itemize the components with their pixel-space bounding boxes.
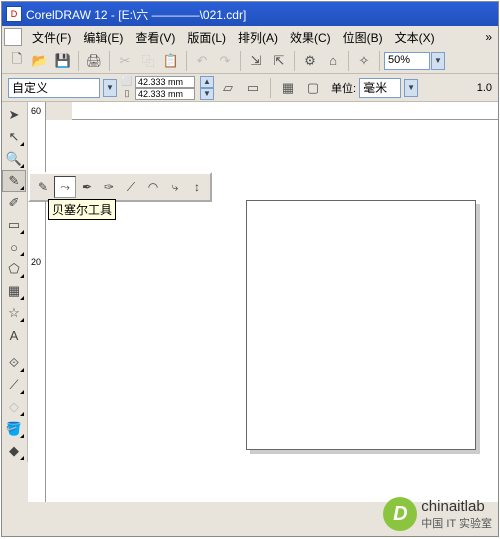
units-field[interactable]: 毫米 xyxy=(359,78,401,98)
height-field[interactable]: 42.333 mm xyxy=(135,88,195,100)
fill-tool[interactable]: 🪣 xyxy=(2,418,26,440)
app-icon: D xyxy=(6,6,22,22)
undo-button[interactable]: ↶ xyxy=(191,50,213,72)
watermark: D chinaitlab 中国 IT 实验室 xyxy=(383,497,492,531)
paper-preset[interactable]: 自定义 xyxy=(8,78,100,98)
units-label: 单位: xyxy=(331,80,356,96)
ruler-horizontal xyxy=(72,102,498,120)
polygon-tool[interactable]: ⬠ xyxy=(2,258,26,280)
save-button[interactable]: 💾 xyxy=(52,50,74,72)
export-button[interactable]: ⇱ xyxy=(268,50,290,72)
property-bar: 自定义 ▼ ⬜42.333 mm ▯42.333 mm ▲ ▼ ▱ ▭ ▦ ▢ … xyxy=(2,74,498,102)
menu-more[interactable]: » xyxy=(481,28,496,46)
text-tool[interactable]: A xyxy=(2,324,26,346)
ellipse-tool[interactable]: ○ xyxy=(2,236,26,258)
freehand-tool[interactable]: ✎ xyxy=(2,170,26,192)
menu-text[interactable]: 文本(X) xyxy=(389,27,441,48)
menu-bitmaps[interactable]: 位图(B) xyxy=(337,27,389,48)
redo-button[interactable]: ↷ xyxy=(214,50,236,72)
new-button[interactable]: 🗋 xyxy=(6,50,28,72)
dim-spin-down[interactable]: ▼ xyxy=(200,88,214,100)
dimension-flytool[interactable]: ↕ xyxy=(186,176,208,198)
nudge-value: 1.0 xyxy=(477,82,492,94)
menu-edit[interactable]: 编辑(E) xyxy=(77,27,129,48)
paste-button[interactable]: 📋 xyxy=(160,50,182,72)
freehand-flytool[interactable]: ✎ xyxy=(32,176,54,198)
zoom-field[interactable]: 50% xyxy=(384,52,430,70)
page-rect xyxy=(246,200,476,450)
open-button[interactable]: 📂 xyxy=(29,50,51,72)
menu-bar: 文件(F) 编辑(E) 查看(V) 版面(L) 排列(A) 效果(C) 位图(B… xyxy=(2,26,498,48)
interactive-fill-tool[interactable]: ◆ xyxy=(2,440,26,462)
blend-tool[interactable]: ⟐ xyxy=(2,352,26,374)
watermark-logo: D xyxy=(383,497,417,531)
portrait-button[interactable]: ▱ xyxy=(217,77,239,99)
dim-spin-up[interactable]: ▲ xyxy=(200,76,214,88)
cut-button[interactable]: ✂ xyxy=(114,50,136,72)
rv-60: 60 xyxy=(31,106,41,116)
menu-file[interactable]: 文件(F) xyxy=(26,27,77,48)
pages-all-icon[interactable]: ▦ xyxy=(277,77,299,99)
watermark-line2: 中国 IT 实验室 xyxy=(421,515,492,531)
menu-effects[interactable]: 效果(C) xyxy=(284,27,337,48)
title-bar: D CorelDRAW 12 - [E:\六 ————\021.cdr] xyxy=(2,2,498,26)
artistic-media-flytool[interactable]: ✒ xyxy=(76,176,98,198)
rv-20: 20 xyxy=(31,257,41,267)
menu-view[interactable]: 查看(V) xyxy=(129,27,181,48)
curve-flyout: ✎ ⤳ ✒ ✑ ⟋ ◠ ⤷ ↕ xyxy=(28,172,212,202)
landscape-button[interactable]: ▭ xyxy=(242,77,264,99)
menu-arrange[interactable]: 排列(A) xyxy=(232,27,284,48)
menu-layout[interactable]: 版面(L) xyxy=(181,27,232,48)
app-launcher[interactable]: ⚙ xyxy=(299,50,321,72)
corel-online[interactable]: ⌂ xyxy=(322,50,344,72)
connector-flytool[interactable]: ⤷ xyxy=(164,176,186,198)
graph-paper-tool[interactable]: ▦ xyxy=(2,280,26,302)
width-icon: ⬜ xyxy=(120,76,134,88)
preset-dropdown[interactable]: ▼ xyxy=(103,79,117,97)
print-button[interactable]: 🖨 xyxy=(83,50,105,72)
toolbox: ➤ ↖ 🔍 ✎ ✐ ▭ ○ ⬠ ▦ ☆ A ⟐ ⟋ ◇ 🪣 ◆ xyxy=(2,102,28,462)
pick-tool[interactable]: ➤ xyxy=(2,104,26,126)
ruler-vertical: 60 40 20 xyxy=(28,102,46,502)
3point-curve-flytool[interactable]: ◠ xyxy=(142,176,164,198)
shape-tool[interactable]: ↖ xyxy=(2,126,26,148)
watermark-line1: chinaitlab xyxy=(421,498,492,515)
tooltip: 贝塞尔工具 xyxy=(48,199,116,220)
zoom-tool[interactable]: 🔍 xyxy=(2,148,26,170)
bezier-flytool[interactable]: ⤳ xyxy=(54,176,76,198)
dropper-tool[interactable]: ⟋ xyxy=(2,374,26,396)
zoom-dropdown[interactable]: ▼ xyxy=(431,52,445,70)
copy-button[interactable]: ⿻ xyxy=(137,50,159,72)
outline-tool[interactable]: ◇ xyxy=(2,396,26,418)
standard-toolbar: 🗋 📂 💾 🖨 ✂ ⿻ 📋 ↶ ↷ ⇲ ⇱ ⚙ ⌂ ✧ 50% ▼ xyxy=(2,48,498,74)
polyline-flytool[interactable]: ⟋ xyxy=(120,176,142,198)
title-text: CorelDRAW 12 - [E:\六 ————\021.cdr] xyxy=(26,6,246,23)
pages-one-icon[interactable]: ▢ xyxy=(302,77,324,99)
rectangle-tool[interactable]: ▭ xyxy=(2,214,26,236)
import-button[interactable]: ⇲ xyxy=(245,50,267,72)
doc-icon[interactable] xyxy=(4,28,22,46)
main-area: ➤ ↖ 🔍 ✎ ✐ ▭ ○ ⬠ ▦ ☆ A ⟐ ⟋ ◇ 🪣 ◆ 60 40 20 xyxy=(2,102,498,502)
shapes-tool[interactable]: ☆ xyxy=(2,302,26,324)
pen-flytool[interactable]: ✑ xyxy=(98,176,120,198)
height-icon: ▯ xyxy=(120,88,134,100)
tool-icon[interactable]: ✧ xyxy=(353,50,375,72)
units-dropdown[interactable]: ▼ xyxy=(404,79,418,97)
width-field[interactable]: 42.333 mm xyxy=(135,76,195,88)
smart-draw-tool[interactable]: ✐ xyxy=(2,192,26,214)
